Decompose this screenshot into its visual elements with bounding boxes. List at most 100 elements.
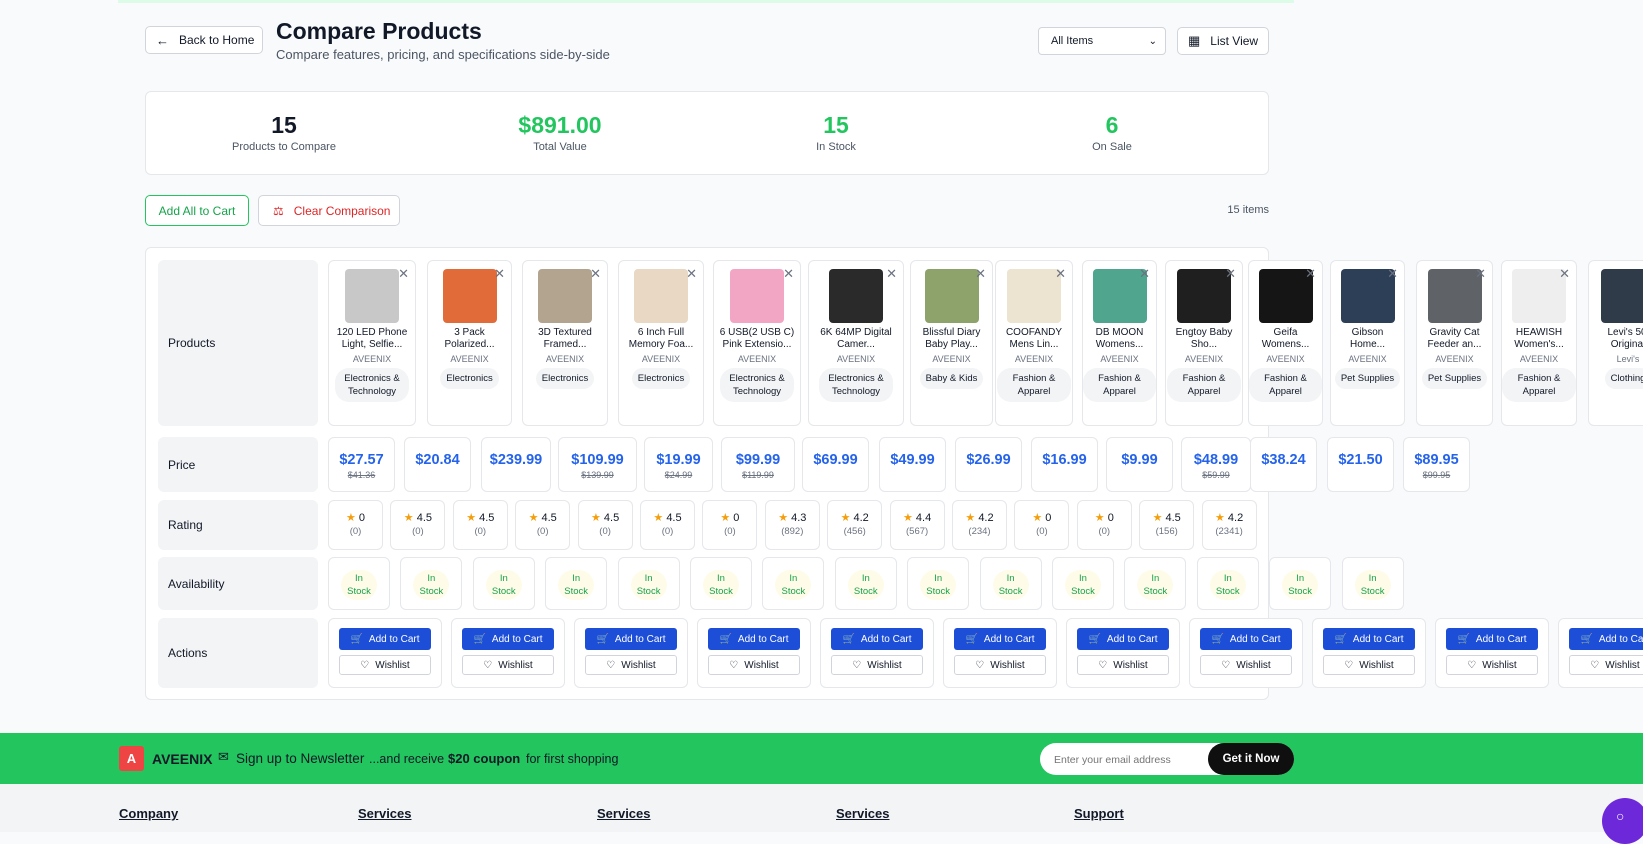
- wishlist-button[interactable]: ♡ Wishlist: [462, 655, 554, 675]
- wishlist-button[interactable]: ♡ Wishlist: [1200, 655, 1292, 675]
- product-card[interactable]: ✕ Geifa Womens... AVEENIX Fashion & Apparel: [1248, 260, 1323, 426]
- in-stock-badge: In Stock: [920, 570, 957, 600]
- product-card[interactable]: ✕ 120 LED Phone Light, Selfie... AVEENIX El…: [328, 260, 416, 426]
- close-icon[interactable]: ✕: [783, 266, 794, 282]
- wishlist-button[interactable]: ♡ Wishlist: [1323, 655, 1415, 675]
- add-to-cart-button[interactable]: 🛒 Add to Cart: [462, 628, 554, 650]
- close-icon[interactable]: ✕: [1559, 266, 1570, 282]
- close-icon[interactable]: ✕: [1305, 266, 1316, 282]
- add-to-cart-button[interactable]: 🛒 Add to Cart: [831, 628, 923, 650]
- product-card[interactable]: ✕ Gravity Cat Feeder an... AVEENIX Pet Supp…: [1416, 260, 1493, 426]
- product-name: 3D Textured Framed...: [538, 327, 592, 350]
- product-card[interactable]: ✕ Engtoy Baby Sho... AVEENIX Fashion & Appa…: [1165, 260, 1243, 426]
- newsletter-coupon-text: $20 coupon: [448, 751, 521, 766]
- product-card[interactable]: ✕ 6 USB(2 USB C) Pink Extensio... AVEENIX E…: [713, 260, 801, 426]
- clear-comparison-button[interactable]: ⚖ Clear Comparison: [258, 195, 400, 226]
- product-card[interactable]: ✕ HEAWISH Women's... AVEENIX Fashion & Appa…: [1501, 260, 1577, 426]
- get-it-now-button[interactable]: Get it Now: [1208, 743, 1294, 775]
- add-to-cart-button[interactable]: 🛒 Add to Cart: [1200, 628, 1292, 650]
- close-icon[interactable]: ✕: [686, 266, 697, 282]
- wishlist-label: Wishlist: [498, 659, 533, 671]
- star-icon: ★: [1094, 512, 1108, 524]
- add-to-cart-button[interactable]: 🛒 Add to Cart: [1077, 628, 1169, 650]
- add-to-cart-button[interactable]: 🛒 Add to Cart: [708, 628, 800, 650]
- product-card[interactable]: ✕ COOFANDY Mens Lin... AVEENIX Fashion & Ap…: [995, 260, 1073, 426]
- cart-icon: 🛒: [473, 633, 486, 645]
- filter-select[interactable]: All Items ⌄: [1038, 27, 1166, 55]
- close-icon[interactable]: ✕: [590, 266, 601, 282]
- product-card[interactable]: ✕ Gibson Home... AVEENIX Pet Supplies: [1330, 260, 1405, 426]
- close-icon[interactable]: ✕: [1055, 266, 1066, 282]
- product-card[interactable]: ✕ 6K 64MP Digital Camer... AVEENIX Electron…: [808, 260, 904, 426]
- product-name: Gibson Home...: [1349, 327, 1385, 350]
- footer-link-services[interactable]: Services: [836, 806, 890, 821]
- product-card[interactable]: ✕ 3D Textured Framed... AVEENIX Electronics: [522, 260, 608, 426]
- back-to-home-label: Back to Home: [179, 33, 255, 47]
- add-to-cart-label: Add to Cart: [1106, 633, 1158, 645]
- wishlist-label: Wishlist: [867, 659, 902, 671]
- price-cell: $38.24: [1250, 437, 1317, 492]
- row-label-rating: Rating: [158, 500, 318, 550]
- rating-cell: ★ 4.5 (0): [390, 500, 446, 550]
- close-icon[interactable]: ✕: [1387, 266, 1398, 282]
- rating-row: ★ 0: [1078, 511, 1131, 524]
- list-view-button[interactable]: ▦ List View: [1177, 27, 1269, 55]
- original-price: $24.99: [664, 470, 693, 480]
- product-image: [1427, 269, 1482, 323]
- add-to-cart-button[interactable]: 🛒 Add to Cart: [1569, 628, 1643, 650]
- availability-cell: In Stock: [1052, 557, 1114, 610]
- footer-link-services[interactable]: Services: [358, 806, 412, 821]
- product-category: Baby & Kids: [919, 368, 984, 389]
- cart-icon: 🛒: [719, 633, 732, 645]
- wishlist-button[interactable]: ♡ Wishlist: [1077, 655, 1169, 675]
- close-icon[interactable]: ✕: [1225, 266, 1236, 282]
- product-name: Geifa Womens...: [1261, 327, 1310, 350]
- close-icon[interactable]: ✕: [886, 266, 897, 282]
- back-to-home-button[interactable]: ← Back to Home: [145, 26, 263, 54]
- rating-value: 4.2: [1227, 512, 1244, 524]
- chat-widget-button[interactable]: ○: [1602, 798, 1643, 844]
- footer-link-company[interactable]: Company: [119, 806, 178, 821]
- availability-cell: In Stock: [762, 557, 825, 610]
- cart-icon: 🛒: [1580, 633, 1593, 645]
- wishlist-button[interactable]: ♡ Wishlist: [1446, 655, 1538, 675]
- brand-name: AVEENIX: [152, 751, 213, 767]
- product-category: Fashion & Apparel: [1083, 368, 1156, 402]
- wishlist-button[interactable]: ♡ Wishlist: [339, 655, 431, 675]
- product-card[interactable]: ✕Levi's 50' OriginalLevi'sClothing: [1588, 260, 1643, 426]
- rating-count: (0): [536, 526, 549, 537]
- close-icon[interactable]: ✕: [975, 266, 986, 282]
- product-card[interactable]: ✕ 3 Pack Polarized... AVEENIX Electronics: [427, 260, 512, 426]
- add-all-to-cart-button[interactable]: Add All to Cart: [145, 195, 249, 226]
- email-input[interactable]: [1052, 750, 1196, 770]
- in-stock-badge: In Stock: [992, 570, 1029, 600]
- heart-icon: ♡: [1467, 659, 1477, 671]
- wishlist-button[interactable]: ♡ Wishlist: [831, 655, 923, 675]
- wishlist-button[interactable]: ♡ Wishlist: [1569, 655, 1643, 675]
- product-category: Fashion & Apparel: [1502, 368, 1576, 402]
- product-card[interactable]: ✕ Blissful Diary Baby Play... AVEENIX Baby …: [910, 260, 993, 426]
- product-brand: Levi's: [1616, 354, 1640, 364]
- close-icon[interactable]: ✕: [494, 266, 505, 282]
- wishlist-button[interactable]: ♡ Wishlist: [954, 655, 1046, 675]
- availability-cell: In Stock: [1124, 557, 1187, 610]
- product-card[interactable]: ✕ DB MOON Womens... AVEENIX Fashion & Appar…: [1082, 260, 1157, 426]
- close-icon[interactable]: ✕: [398, 266, 409, 282]
- add-to-cart-button[interactable]: 🛒 Add to Cart: [954, 628, 1046, 650]
- close-icon[interactable]: ✕: [1139, 266, 1150, 282]
- add-to-cart-button[interactable]: 🛒 Add to Cart: [1323, 628, 1415, 650]
- product-category: Fashion & Apparel: [1249, 368, 1322, 402]
- add-to-cart-button[interactable]: 🛒 Add to Cart: [585, 628, 677, 650]
- close-icon[interactable]: ✕: [1475, 266, 1486, 282]
- product-image: [1601, 269, 1643, 323]
- rating-row: ★ 4.5: [641, 511, 694, 524]
- product-name: 3 Pack Polarized...: [444, 327, 495, 350]
- add-to-cart-button[interactable]: 🛒 Add to Cart: [339, 628, 431, 650]
- product-card[interactable]: ✕ 6 Inch Full Memory Foa... AVEENIX Electro…: [618, 260, 704, 426]
- footer-link-services[interactable]: Services: [597, 806, 651, 821]
- add-to-cart-button[interactable]: 🛒 Add to Cart: [1446, 628, 1538, 650]
- wishlist-button[interactable]: ♡ Wishlist: [585, 655, 677, 675]
- wishlist-button[interactable]: ♡ Wishlist: [708, 655, 800, 675]
- footer-link-support[interactable]: Support: [1074, 806, 1124, 821]
- product-category: Pet Supplies: [1421, 368, 1488, 389]
